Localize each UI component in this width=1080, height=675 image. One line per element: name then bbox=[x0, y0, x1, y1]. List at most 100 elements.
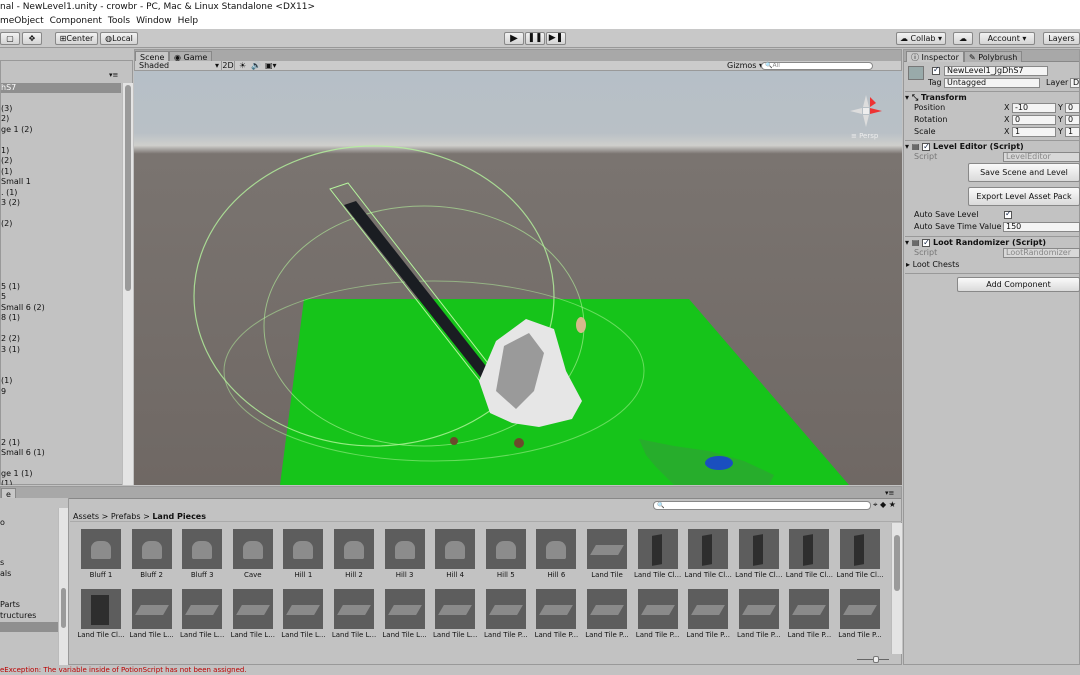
asset-tile[interactable]: Land Tile P... bbox=[785, 589, 833, 645]
scene-orientation-gizmo[interactable] bbox=[846, 91, 886, 131]
gizmos-dropdown[interactable]: Gizmos ▾ bbox=[727, 61, 763, 71]
asset-tile[interactable]: Land Tile L... bbox=[128, 589, 176, 645]
scroll-thumb[interactable] bbox=[125, 85, 131, 291]
perspective-label[interactable]: ≡ Persp bbox=[851, 132, 878, 140]
scale-y-field[interactable]: 1 bbox=[1065, 127, 1080, 137]
asset-tile[interactable]: Hill 3 bbox=[381, 529, 429, 585]
hierarchy-item[interactable]: (2) bbox=[1, 219, 12, 229]
rotation-y-field[interactable]: 0 bbox=[1065, 115, 1080, 125]
script-object-field[interactable]: LevelEditor bbox=[1003, 152, 1080, 162]
asset-tile[interactable]: Land Tile P... bbox=[735, 589, 783, 645]
folder-item[interactable]: als bbox=[0, 569, 11, 579]
asset-tile[interactable]: Land Tile Cl... bbox=[785, 529, 833, 585]
hierarchy-item[interactable]: 2 (2) bbox=[1, 334, 20, 344]
hierarchy-item[interactable]: 5 (1) bbox=[1, 282, 20, 292]
play-button[interactable]: ▶ bbox=[504, 32, 524, 45]
selected-folder-highlight[interactable] bbox=[0, 622, 58, 632]
tab-inspector[interactable]: ⓘ Inspector bbox=[906, 51, 964, 62]
hierarchy-item[interactable]: (1) bbox=[1, 167, 12, 177]
pivot-local-button[interactable]: ◍Local bbox=[100, 32, 138, 45]
active-checkbox[interactable] bbox=[932, 65, 940, 75]
project-search-input[interactable]: 🔍 bbox=[653, 501, 871, 510]
asset-tile[interactable]: Land Tile P... bbox=[583, 589, 631, 645]
breadcrumb-assets[interactable]: Assets bbox=[73, 512, 99, 521]
hierarchy-scrollbar[interactable] bbox=[122, 83, 133, 485]
component-enabled-checkbox[interactable] bbox=[922, 237, 931, 248]
transform-header[interactable]: ▾ ⤡ Transform bbox=[905, 91, 1080, 103]
asset-tile[interactable]: Land Tile Cl... bbox=[735, 529, 783, 585]
asset-grid-scrollbar[interactable] bbox=[891, 523, 902, 654]
add-component-button[interactable]: Add Component bbox=[957, 277, 1080, 292]
scene-search-input[interactable]: 🔍All bbox=[761, 62, 873, 70]
auto-save-time-field[interactable]: 150 bbox=[1003, 222, 1080, 232]
loot-randomizer-header[interactable]: ▾ ▤ Loot Randomizer (Script) bbox=[905, 236, 1080, 248]
asset-tile[interactable]: Land Tile P... bbox=[532, 589, 580, 645]
save-scene-level-button[interactable]: Save Scene and Level bbox=[968, 163, 1080, 182]
asset-tile[interactable]: Land Tile Cl... bbox=[836, 529, 884, 585]
hierarchy-item[interactable]: 9 bbox=[1, 387, 6, 397]
asset-tile[interactable]: Cave bbox=[229, 529, 277, 585]
scroll-thumb[interactable] bbox=[894, 535, 900, 591]
thumbnail-size-slider[interactable] bbox=[855, 655, 891, 664]
asset-tile[interactable]: Land Tile Cl... bbox=[634, 529, 682, 585]
folder-item[interactable]: o bbox=[0, 518, 5, 528]
filter-icons[interactable]: ⌖ ◆ ★ bbox=[873, 500, 896, 510]
hierarchy-item[interactable]: 2) bbox=[1, 114, 9, 124]
hierarchy-item[interactable]: 3 (1) bbox=[1, 345, 20, 355]
hierarchy-item[interactable]: ge 1 (1) bbox=[1, 469, 33, 479]
hierarchy-item[interactable]: (1) bbox=[1, 479, 12, 485]
hierarchy-item[interactable]: . (1) bbox=[1, 188, 17, 198]
asset-tile[interactable]: Land Tile L... bbox=[381, 589, 429, 645]
console-status-message[interactable]: eException: The variable inside of Potio… bbox=[0, 665, 1080, 675]
asset-tile[interactable]: Land Tile Cl... bbox=[684, 529, 732, 585]
asset-tile[interactable]: Land Tile L... bbox=[279, 589, 327, 645]
loot-chests-foldout[interactable]: ▸ Loot Chests bbox=[906, 260, 959, 270]
folder-item[interactable]: tructures bbox=[0, 611, 36, 621]
hierarchy-item[interactable]: 3 (2) bbox=[1, 198, 20, 208]
object-name-field[interactable]: NewLevel1_JgDhS7 bbox=[944, 66, 1048, 76]
breadcrumb-land-pieces[interactable]: Land Pieces bbox=[152, 512, 206, 521]
hierarchy-item[interactable]: (1) bbox=[1, 376, 12, 386]
scene-viewport[interactable]: ≡ Persp bbox=[134, 71, 902, 485]
asset-tile[interactable]: Bluff 2 bbox=[128, 529, 176, 585]
scroll-thumb[interactable] bbox=[61, 588, 66, 628]
component-enabled-checkbox[interactable] bbox=[922, 141, 931, 152]
asset-tile[interactable]: Hill 4 bbox=[431, 529, 479, 585]
menu-component[interactable]: Component bbox=[50, 14, 108, 29]
asset-tile[interactable]: Land Tile P... bbox=[482, 589, 530, 645]
layer-dropdown[interactable]: D bbox=[1070, 78, 1080, 88]
rotation-x-field[interactable]: 0 bbox=[1012, 115, 1056, 125]
auto-save-level-checkbox[interactable] bbox=[1004, 209, 1012, 219]
menu-tools[interactable]: Tools bbox=[108, 14, 136, 29]
folder-item[interactable]: Parts bbox=[0, 600, 20, 610]
asset-tile[interactable]: Hill 5 bbox=[482, 529, 530, 585]
asset-tile[interactable]: Land Tile bbox=[583, 529, 631, 585]
export-level-asset-pack-button[interactable]: Export Level Asset Pack bbox=[968, 187, 1080, 206]
tag-dropdown[interactable]: Untagged bbox=[944, 78, 1040, 88]
breadcrumb-prefabs[interactable]: Prefabs bbox=[111, 512, 141, 521]
lighting-toggle-icon[interactable]: ☀ bbox=[239, 61, 246, 71]
position-y-field[interactable]: 0 bbox=[1065, 103, 1080, 113]
shading-mode-dropdown[interactable]: Shaded ▾ bbox=[139, 61, 219, 71]
asset-tile[interactable]: Land Tile Cl... bbox=[77, 589, 125, 645]
hierarchy-item[interactable]: Small 6 (1) bbox=[1, 448, 45, 458]
asset-tile[interactable]: Hill 6 bbox=[532, 529, 580, 585]
layers-button[interactable]: Layers bbox=[1043, 32, 1080, 45]
hierarchy-item[interactable]: Small 6 (2) bbox=[1, 303, 45, 313]
tab-polybrush[interactable]: ✎ Polybrush bbox=[964, 51, 1023, 62]
asset-tile[interactable]: Hill 1 bbox=[279, 529, 327, 585]
pivot-center-button[interactable]: ⊞Center bbox=[55, 32, 98, 45]
hierarchy-item[interactable]: 8 (1) bbox=[1, 313, 20, 323]
collab-button[interactable]: ☁ Collab ▾ bbox=[896, 32, 946, 45]
asset-tile[interactable]: Bluff 1 bbox=[77, 529, 125, 585]
asset-tile[interactable]: Land Tile P... bbox=[684, 589, 732, 645]
asset-tile[interactable]: Land Tile P... bbox=[634, 589, 682, 645]
script-object-field[interactable]: LootRandomizer bbox=[1003, 248, 1080, 258]
scale-x-field[interactable]: 1 bbox=[1012, 127, 1056, 137]
hierarchy-item[interactable]: (3) bbox=[1, 104, 12, 114]
hierarchy-item[interactable]: 2 (1) bbox=[1, 438, 20, 448]
folder-item[interactable]: s bbox=[0, 558, 4, 568]
folder-tree-scrollbar[interactable] bbox=[58, 508, 68, 665]
asset-tile[interactable]: Land Tile P... bbox=[836, 589, 884, 645]
transform-tool-icon[interactable]: ✥ bbox=[22, 32, 42, 45]
